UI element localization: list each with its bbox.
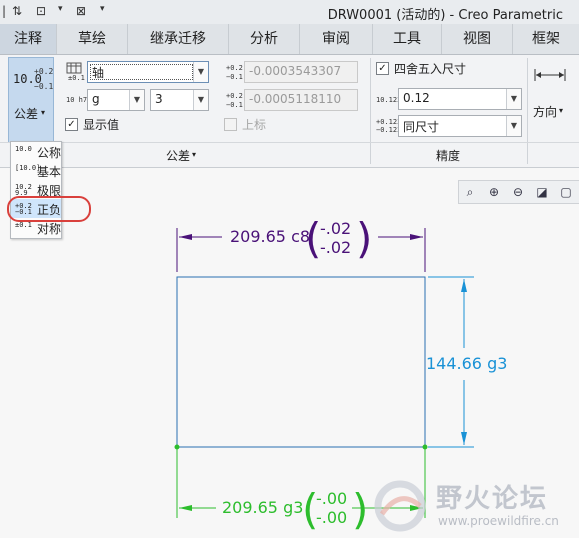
symmetric-icon: ±0.1 [15,221,32,229]
bottom-dimension-upper-tol: -.00 [316,489,348,508]
right-dimension-value[interactable]: 144.66 g3 [426,354,507,373]
red-highlight-circle [7,196,91,222]
nominal-icon: 10.0 [15,145,32,153]
bottom-dimension-value[interactable]: 209.65 g3 [222,498,303,517]
top-dimension-upper-tol: -.02 [320,219,352,238]
limits-icon: 10.2 9.9 [15,183,32,197]
rectangle-geometry [176,276,426,448]
top-dimension-value[interactable]: 209.65 c8 [230,227,310,246]
drawing-geometry: ( ) ( ) [174,214,474,534]
watermark-logo [374,480,426,532]
bottom-dimension-lower-tol: -.00 [316,508,348,527]
menu-item-basic[interactable]: [10.0] 基本 [11,161,61,180]
top-paren-right: ) [356,214,372,263]
watermark-title: 野火论坛 [436,484,549,514]
watermark: 野火论坛 www.proewildfire.cn [368,472,579,538]
menu-item-nominal[interactable]: 10.0 公称 [11,142,61,161]
tolerance-mode-menu: 10.0 公称 [10.0] 基本 10.2 9.9 极限 +0.2 −0.1 … [10,141,62,239]
bottom-paren-right: ) [352,485,368,534]
top-dimension-lower-tol: -.02 [320,238,352,257]
watermark-url: www.proewildfire.cn [438,514,559,528]
